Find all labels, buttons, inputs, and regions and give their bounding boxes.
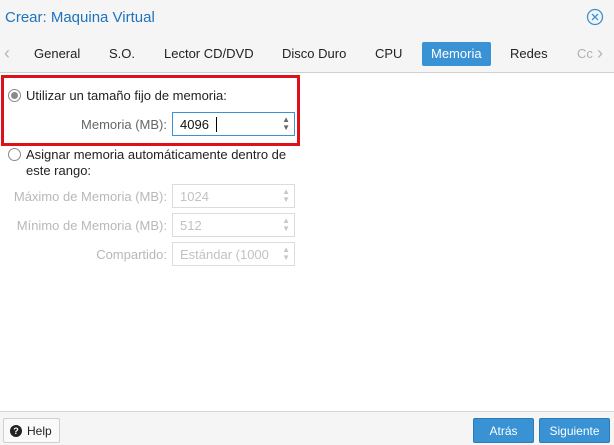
auto-memory-label-line1: Asignar memoria automáticamente dentro d… xyxy=(26,147,287,162)
tab-cpu[interactable]: CPU xyxy=(366,42,411,66)
shares-label: Compartido: xyxy=(96,247,167,262)
window-title: Crear: Maquina Virtual xyxy=(5,9,155,26)
fixed-memory-radio[interactable] xyxy=(8,89,21,102)
tab-general[interactable]: General xyxy=(25,42,89,66)
tab-os[interactable]: S.O. xyxy=(100,42,144,66)
back-button[interactable]: Atrás xyxy=(473,418,534,443)
dialog-footer: ? Help Atrás Siguiente xyxy=(0,411,614,445)
chevron-left-icon[interactable]: ‹ xyxy=(4,43,10,64)
spinner-arrows-icon[interactable]: ▲ ▼ xyxy=(282,116,290,132)
text-caret xyxy=(216,117,217,132)
next-button[interactable]: Siguiente xyxy=(539,418,610,443)
close-circle-icon[interactable] xyxy=(586,8,604,26)
shares-input[interactable]: Estándar (1000 ▲ ▼ xyxy=(172,242,295,266)
chevron-right-icon[interactable]: › xyxy=(597,43,603,64)
window-titlebar: Crear: Maquina Virtual xyxy=(0,0,614,34)
memory-input[interactable]: 4096 ▲ ▼ xyxy=(172,112,295,136)
memory-label: Memoria (MB): xyxy=(81,117,167,132)
fixed-memory-label: Utilizar un tamaño fijo de memoria: xyxy=(26,88,227,103)
spinner-arrows-icon[interactable]: ▲ ▼ xyxy=(282,246,290,262)
auto-memory-label-line2: este rango: xyxy=(26,163,92,178)
tab-memoria[interactable]: Memoria xyxy=(422,42,491,66)
tab-bar: ‹ General S.O. Lector CD/DVD Disco Duro … xyxy=(0,34,614,73)
max-memory-input[interactable]: 1024 ▲ ▼ xyxy=(172,184,295,208)
question-circle-icon: ? xyxy=(10,425,22,437)
tab-redes[interactable]: Redes xyxy=(501,42,557,66)
spinner-arrows-icon[interactable]: ▲ ▼ xyxy=(282,188,290,204)
tab-disco-duro[interactable]: Disco Duro xyxy=(273,42,355,66)
spinner-arrows-icon[interactable]: ▲ ▼ xyxy=(282,217,290,233)
min-memory-label: Mínimo de Memoria (MB): xyxy=(16,218,167,233)
min-memory-input[interactable]: 512 ▲ ▼ xyxy=(172,213,295,237)
auto-memory-radio[interactable] xyxy=(8,148,21,161)
help-button[interactable]: ? Help xyxy=(3,418,60,443)
tab-cd-dvd[interactable]: Lector CD/DVD xyxy=(155,42,263,66)
max-memory-label: Máximo de Memoria (MB): xyxy=(13,189,167,204)
